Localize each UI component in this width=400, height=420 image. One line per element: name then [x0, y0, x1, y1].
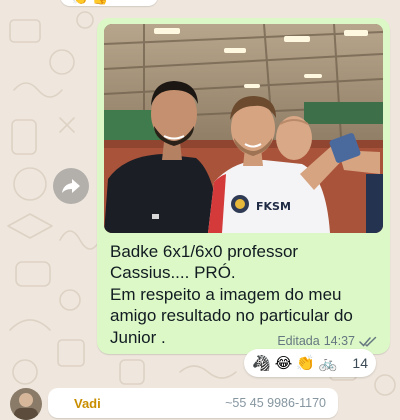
message-photo[interactable]: FKSM — [104, 24, 383, 233]
double-check-icon — [359, 336, 377, 347]
edited-label: Editada — [277, 334, 320, 348]
reaction-emoji: 😂 — [274, 353, 293, 372]
reaction-emoji: 🚲 — [318, 353, 338, 372]
forward-button[interactable] — [53, 168, 89, 204]
shirt-logo-text: FKSM — [256, 200, 291, 213]
forward-arrow-icon — [62, 179, 80, 193]
sender-avatar[interactable] — [10, 388, 42, 420]
incoming-message-bubble[interactable]: Vadi ~55 45 9986-1170 — [48, 388, 338, 418]
message-reactions[interactable]: 🦓 😂 👏 🚲 14 — [244, 349, 376, 377]
previous-message-reactions[interactable]: 👏 👍 — [60, 0, 158, 6]
message-time: 14:37 — [323, 334, 355, 348]
sender-phone: ~55 45 9986-1170 — [225, 396, 326, 410]
reaction-emoji: 🦓 — [252, 353, 271, 372]
photo-two-men-tennis-court: FKSM — [104, 24, 383, 233]
reaction-emoji: 👍 — [92, 0, 108, 5]
message-text: Badke 6x1/6x0 professor Cassius.... PRÓ.… — [110, 242, 353, 347]
reaction-emoji: 👏 — [296, 353, 315, 372]
reaction-emoji: 👏 — [72, 0, 88, 5]
outgoing-message-bubble[interactable]: FKSM Badke 6x1/6x0 professor Cassius....… — [97, 18, 390, 354]
message-meta: Editada 14:37 — [277, 334, 377, 348]
avatar-photo-icon — [14, 393, 38, 420]
reaction-count: 14 — [352, 355, 368, 371]
sender-name[interactable]: Vadi — [74, 396, 101, 411]
